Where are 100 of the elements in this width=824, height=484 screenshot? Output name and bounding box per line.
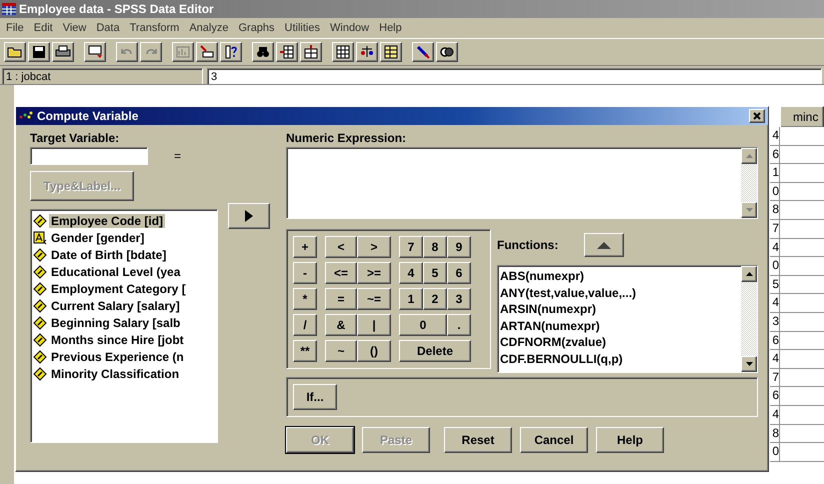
variable-item[interactable]: Educational Level (yea <box>49 264 182 278</box>
scrollbar[interactable] <box>741 148 757 218</box>
transfer-button[interactable] <box>228 203 270 229</box>
toolbar-button[interactable] <box>28 42 50 62</box>
menu-item[interactable]: Data <box>96 22 120 34</box>
menu-item[interactable]: View <box>62 22 86 34</box>
menu-item[interactable]: Edit <box>34 22 53 34</box>
close-button[interactable] <box>749 109 765 123</box>
keypad-key[interactable]: Delete <box>399 340 471 362</box>
toolbar-button[interactable] <box>300 42 322 62</box>
keypad-key[interactable]: 6 <box>447 262 471 284</box>
dialog-title: Compute Variable <box>37 109 140 123</box>
dialog-button[interactable]: Reset <box>444 427 512 453</box>
keypad-key[interactable]: ~= <box>357 288 391 310</box>
keypad-key[interactable]: | <box>357 314 391 336</box>
variable-item[interactable]: Date of Birth [bdate] <box>49 248 168 262</box>
menu-item[interactable]: Analyze <box>189 22 228 34</box>
toolbar-button[interactable] <box>4 42 26 62</box>
toolbar-button[interactable] <box>196 42 218 62</box>
menu-item[interactable]: Transform <box>130 22 180 34</box>
keypad-key[interactable]: > <box>357 236 391 258</box>
keypad-key[interactable]: < <box>325 236 357 258</box>
function-item[interactable]: ANY(test,value,value,...) <box>500 284 739 301</box>
scroll-down-icon <box>746 362 752 366</box>
scrollbar[interactable] <box>741 266 757 372</box>
keypad-key[interactable]: * <box>293 288 317 310</box>
menu-item[interactable]: Help <box>379 22 402 34</box>
function-item[interactable]: ARTAN(numexpr) <box>500 318 739 334</box>
play-arrow-icon <box>245 210 253 222</box>
binoculars-icon <box>255 44 271 60</box>
keypad-key[interactable]: () <box>357 340 391 362</box>
keypad-key[interactable]: ** <box>293 340 317 362</box>
keypad-key[interactable]: 7 <box>399 236 423 258</box>
toolbar-button[interactable] <box>220 42 242 62</box>
menu-item[interactable]: Window <box>330 22 370 34</box>
paste-function-button[interactable] <box>584 233 624 257</box>
close-icon <box>753 112 761 120</box>
equals-sign: = <box>174 149 182 163</box>
keypad-key[interactable]: >= <box>357 262 391 284</box>
menu-item[interactable]: Graphs <box>238 22 275 34</box>
keypad-key[interactable]: & <box>325 314 357 336</box>
function-item[interactable]: CDFNORM(zvalue) <box>500 334 739 350</box>
if-button[interactable]: If... <box>293 384 337 410</box>
menu-item[interactable]: Utilities <box>284 22 320 34</box>
variable-item[interactable]: Months since Hire [jobt <box>49 332 186 346</box>
keypad-key[interactable]: 0 <box>399 314 447 336</box>
keypad-key[interactable]: + <box>293 236 317 258</box>
keypad-key[interactable]: . <box>447 314 471 336</box>
up-triangle-icon <box>597 242 612 248</box>
keypad-key[interactable]: 1 <box>399 288 423 310</box>
toolbar-button[interactable] <box>332 42 354 62</box>
toolbar-button[interactable] <box>172 42 194 62</box>
toolbar-button[interactable] <box>356 42 378 62</box>
menu-item[interactable]: File <box>6 22 24 34</box>
spreadsheet-icon <box>2 3 16 15</box>
column-header[interactable]: minc <box>780 106 824 128</box>
variable-item[interactable]: Current Salary [salary] <box>49 298 182 312</box>
field-label: Numeric Expression: <box>286 131 408 145</box>
dialog-button[interactable]: Cancel <box>520 427 588 453</box>
toolbar-button[interactable] <box>436 42 458 62</box>
keypad-key[interactable]: <= <box>325 262 357 284</box>
table-icon <box>335 44 351 60</box>
variable-item[interactable]: Employee Code [id] <box>49 214 166 228</box>
field-label: Functions: <box>497 238 558 252</box>
function-item[interactable]: ARSIN(numexpr) <box>500 301 739 318</box>
scroll-up-icon <box>746 272 752 276</box>
variable-item[interactable]: Employment Category [ <box>49 282 188 296</box>
toolbar-button[interactable] <box>84 42 106 62</box>
keypad-key[interactable]: 3 <box>447 288 471 310</box>
variable-item[interactable]: Gender [gender] <box>49 230 146 244</box>
keypad-key[interactable]: / <box>293 314 317 336</box>
variable-item[interactable]: Minority Classification <box>49 366 182 380</box>
keypad-key[interactable]: = <box>325 288 357 310</box>
variable-item[interactable]: Previous Experience (n <box>49 350 186 364</box>
chart-icon <box>175 44 191 60</box>
toolbar-button[interactable] <box>380 42 402 62</box>
save-icon <box>31 44 47 60</box>
keypad-key[interactable]: - <box>293 262 317 284</box>
scroll-down-icon <box>746 208 752 212</box>
target-variable-field[interactable] <box>30 147 148 165</box>
toolbar-button[interactable] <box>276 42 298 62</box>
keypad-key[interactable]: 4 <box>399 262 423 284</box>
keypad-key[interactable]: 2 <box>423 288 447 310</box>
keypad-key[interactable]: 5 <box>423 262 447 284</box>
scroll-up-icon <box>746 154 752 158</box>
function-item[interactable]: CDF.BERNOULLI(q,p) <box>500 350 739 367</box>
string-variable-icon <box>33 230 47 244</box>
expression-field[interactable] <box>286 147 758 219</box>
keypad-key[interactable]: ~ <box>325 340 357 362</box>
function-item[interactable]: ABS(numexpr) <box>500 268 739 284</box>
variable-item[interactable]: Beginning Salary [salb <box>49 316 182 330</box>
keypad-key[interactable]: 9 <box>447 236 471 258</box>
toolbar-button[interactable] <box>116 42 138 62</box>
toolbar-button[interactable] <box>140 42 162 62</box>
toolbar-button[interactable] <box>412 42 434 62</box>
keypad-key[interactable]: 8 <box>423 236 447 258</box>
window-title: Employee data - SPSS Data Editor <box>19 2 214 16</box>
toolbar-button[interactable] <box>52 42 74 62</box>
toolbar-button[interactable] <box>252 42 274 62</box>
dialog-button[interactable]: Help <box>596 427 664 453</box>
